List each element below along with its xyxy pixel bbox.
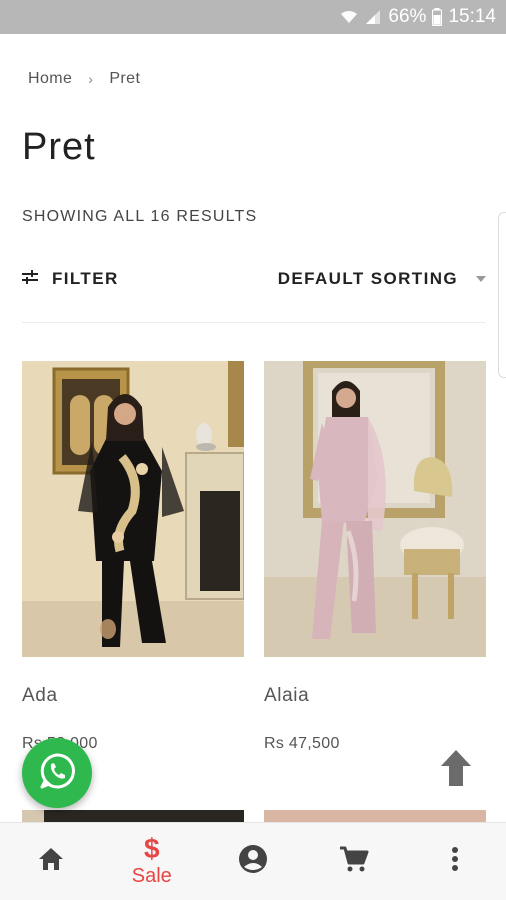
clock: 15:14 [448,6,496,27]
nav-home[interactable] [11,827,91,897]
whatsapp-chat-button[interactable] [22,738,92,808]
chevron-down-icon [476,276,486,282]
breadcrumb: Home › Pret [28,70,140,88]
battery-icon [432,8,443,26]
sort-selected-value: DEFAULT SORTING [277,269,458,288]
filter-sort-toolbar: FILTER DEFAULT SORTING [22,266,486,292]
arrow-up-icon [439,748,473,793]
wifi-icon [340,9,358,25]
filter-label: FILTER [52,269,119,288]
cart-icon [339,845,369,878]
product-card[interactable]: Ada Rs 58,000 [22,361,244,753]
home-icon [37,846,65,877]
status-bar: 66% 15:14 [0,0,506,34]
page-title: Pret [22,126,96,168]
signal-icon [364,9,382,25]
more-vertical-icon [451,846,459,877]
product-image[interactable] [22,361,244,657]
scroll-to-top-button[interactable] [436,748,476,792]
breadcrumb-home-link[interactable]: Home [28,70,72,88]
nav-sale[interactable]: $ Sale [112,827,192,897]
sort-select[interactable]: DEFAULT SORTING [278,269,486,289]
sliders-icon [22,269,38,289]
breadcrumb-separator: › [88,71,94,87]
account-circle-icon [238,844,268,879]
dollar-icon: $ [143,833,160,864]
result-count: SHOWING ALL 16 RESULTS [22,208,258,225]
product-card[interactable]: Alaia Rs 47,500 [264,361,486,753]
nav-more[interactable] [415,827,495,897]
nav-sale-label: Sale [131,865,172,887]
whatsapp-icon [37,751,77,796]
product-name[interactable]: Ada [22,685,244,707]
breadcrumb-current: Pret [109,70,141,87]
product-name[interactable]: Alaia [264,685,486,707]
filter-button[interactable]: FILTER [22,269,119,289]
side-scroll-handle[interactable] [498,212,506,378]
nav-cart[interactable] [314,827,394,897]
nav-account[interactable] [213,827,293,897]
divider [22,322,486,323]
bottom-navigation: $ Sale [0,822,506,900]
battery-percent: 66% [388,6,427,27]
product-image[interactable] [264,361,486,657]
